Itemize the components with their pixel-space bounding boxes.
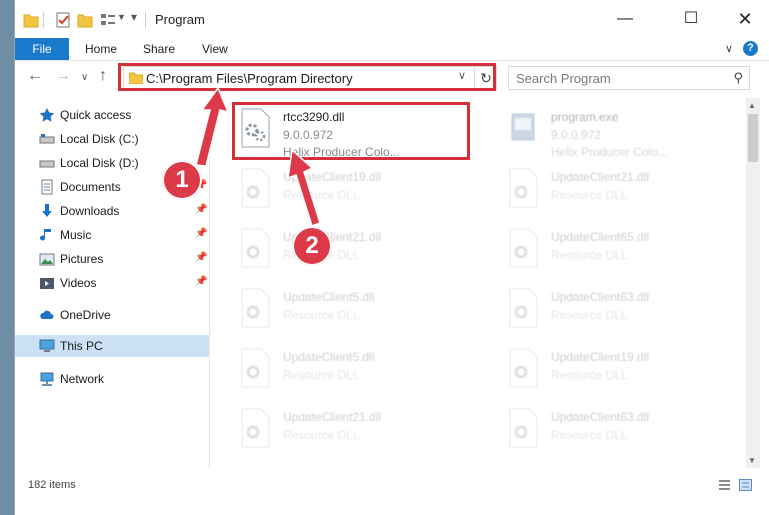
arrow-1	[195, 86, 230, 167]
arrow-2	[287, 148, 321, 227]
annotation-arrows	[195, 86, 321, 227]
step-badge-1: 1	[162, 160, 202, 200]
step-badge-2: 2	[292, 226, 332, 266]
